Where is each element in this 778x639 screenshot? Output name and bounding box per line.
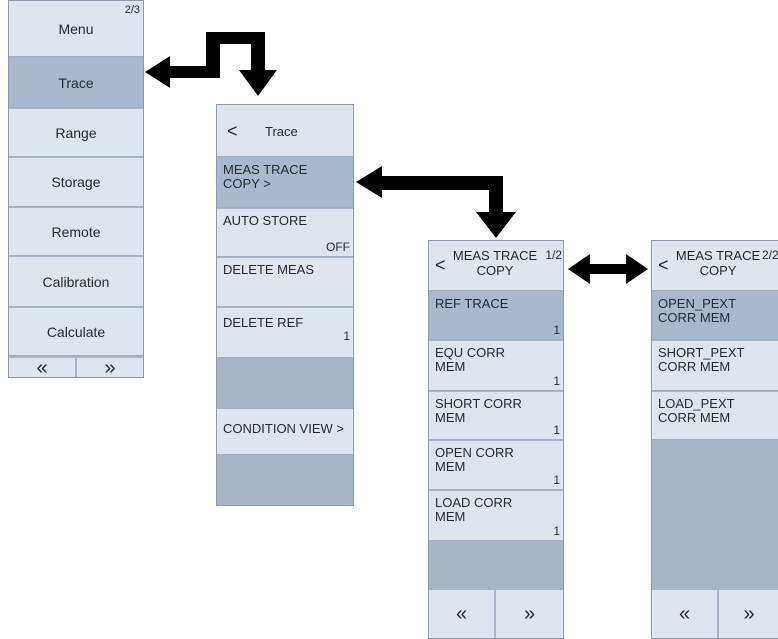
arrow-down-icon (356, 166, 516, 238)
navigation-arrows (145, 32, 648, 284)
double-arrow-icon (568, 254, 648, 284)
arrow-left-icon (145, 32, 277, 96)
